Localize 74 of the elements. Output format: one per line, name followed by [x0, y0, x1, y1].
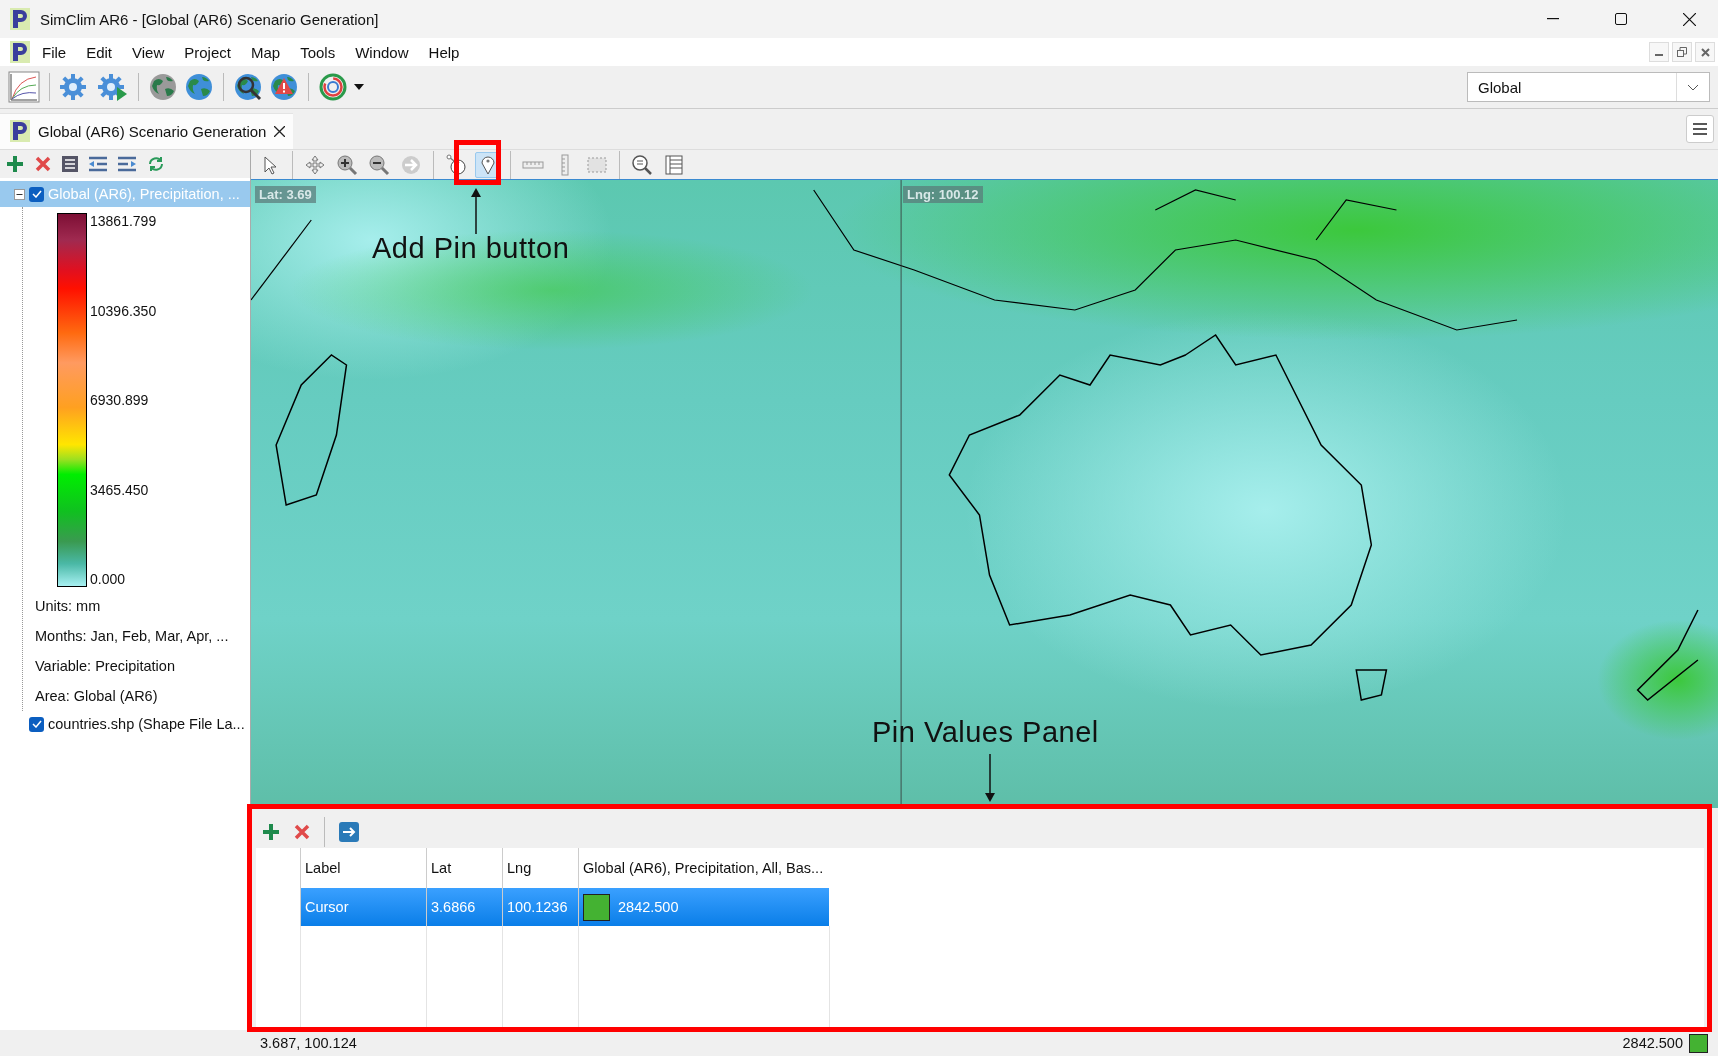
minimize-icon[interactable]	[1547, 18, 1559, 20]
collapse-icon[interactable]	[14, 188, 25, 200]
menu-item[interactable]: File	[34, 40, 75, 64]
globe-icon[interactable]	[148, 72, 178, 102]
document-tab[interactable]: Global (AR6) Scenario Generation	[0, 113, 294, 149]
zoom-in-icon	[336, 153, 358, 176]
close-icon[interactable]	[1682, 12, 1696, 26]
legend-label: 0.000	[90, 571, 127, 587]
layer-property: Variable: Precipitation	[35, 658, 175, 674]
export-icon[interactable]	[339, 822, 359, 842]
chevron-icon	[1687, 83, 1699, 91]
table-cell: 2842.500	[618, 899, 679, 915]
gear-play-icon[interactable]	[97, 72, 129, 102]
callout-label: Pin Values Panel	[872, 716, 1099, 749]
callout-arrow	[984, 754, 996, 802]
status-value: 2842.500	[1622, 1035, 1683, 1051]
callout-arrow	[470, 188, 482, 234]
globe-search-icon[interactable]	[233, 72, 263, 102]
legend-label: 13861.799	[90, 213, 157, 229]
menu-item[interactable]: Window	[347, 40, 417, 64]
pan-icon	[304, 153, 326, 176]
menu-item[interactable]: Help	[420, 40, 468, 64]
table-cell: 100.1236	[502, 888, 578, 926]
legend-label: 10396.350	[90, 302, 157, 319]
restore-icon	[1677, 47, 1687, 57]
callout-label: Add Pin button	[372, 232, 570, 265]
status-coordinates: 3.687, 100.124	[260, 1035, 357, 1051]
refresh-icon[interactable]	[147, 155, 165, 173]
close-icon	[1700, 47, 1710, 57]
rings-icon[interactable]	[318, 72, 348, 102]
list-icon	[663, 153, 685, 176]
layer-property: Area: Global (AR6)	[35, 688, 158, 704]
legend-label: 3465.450	[90, 481, 150, 498]
list-icon[interactable]	[62, 156, 78, 172]
app-logo-icon	[10, 8, 30, 30]
forward-icon	[400, 153, 422, 176]
expand-icon[interactable]	[118, 156, 136, 172]
minimize-button[interactable]	[1649, 42, 1669, 62]
menu-item[interactable]: Tools	[292, 40, 344, 64]
caret-icon[interactable]	[354, 84, 364, 90]
menu-logo-icon	[10, 41, 30, 63]
menu-item[interactable]: Map	[242, 40, 289, 64]
restore-button[interactable]	[1672, 42, 1692, 62]
delete-pin-icon[interactable]	[294, 824, 310, 840]
add-icon[interactable]	[6, 155, 24, 173]
find-icon	[631, 153, 653, 176]
menu-icon	[1693, 123, 1707, 135]
latitude-readout: Lat: 3.69	[255, 186, 316, 203]
chart-icon[interactable]	[8, 71, 40, 103]
close-button[interactable]	[1695, 42, 1715, 62]
menu-item[interactable]: Project	[176, 40, 239, 64]
highlight-frame	[454, 140, 501, 185]
layer-label[interactable]: countries.shp (Shape File La...	[48, 716, 245, 732]
add-pin-icon[interactable]	[262, 823, 280, 841]
checkbox[interactable]	[29, 716, 44, 732]
menu-item[interactable]: Edit	[78, 40, 121, 64]
menu-item[interactable]: View	[124, 40, 173, 64]
menu-button[interactable]	[1686, 115, 1714, 143]
globe-warning-icon[interactable]	[269, 72, 299, 102]
window-title: SimClim AR6 - [Global (AR6) Scenario Generation]	[40, 10, 380, 28]
layer-property: Months: Jan, Feb, Mar, Apr, ...	[35, 628, 229, 644]
table-cell: 3.6866	[426, 888, 502, 926]
zoom-out-icon	[368, 153, 390, 176]
region-dropdown[interactable]: Global	[1467, 72, 1710, 102]
layer-property: Units: mm	[35, 598, 101, 614]
delete-icon[interactable]	[35, 156, 51, 172]
close-icon[interactable]	[274, 125, 286, 137]
legend-label: 6930.899	[90, 392, 150, 408]
globe-icon[interactable]	[184, 72, 214, 102]
maximize-icon[interactable]	[1615, 13, 1627, 25]
longitude-readout: Lng: 100.12	[903, 186, 983, 203]
checkbox[interactable]	[29, 186, 44, 202]
info-icon	[445, 153, 467, 176]
tab-logo-icon	[10, 120, 30, 142]
